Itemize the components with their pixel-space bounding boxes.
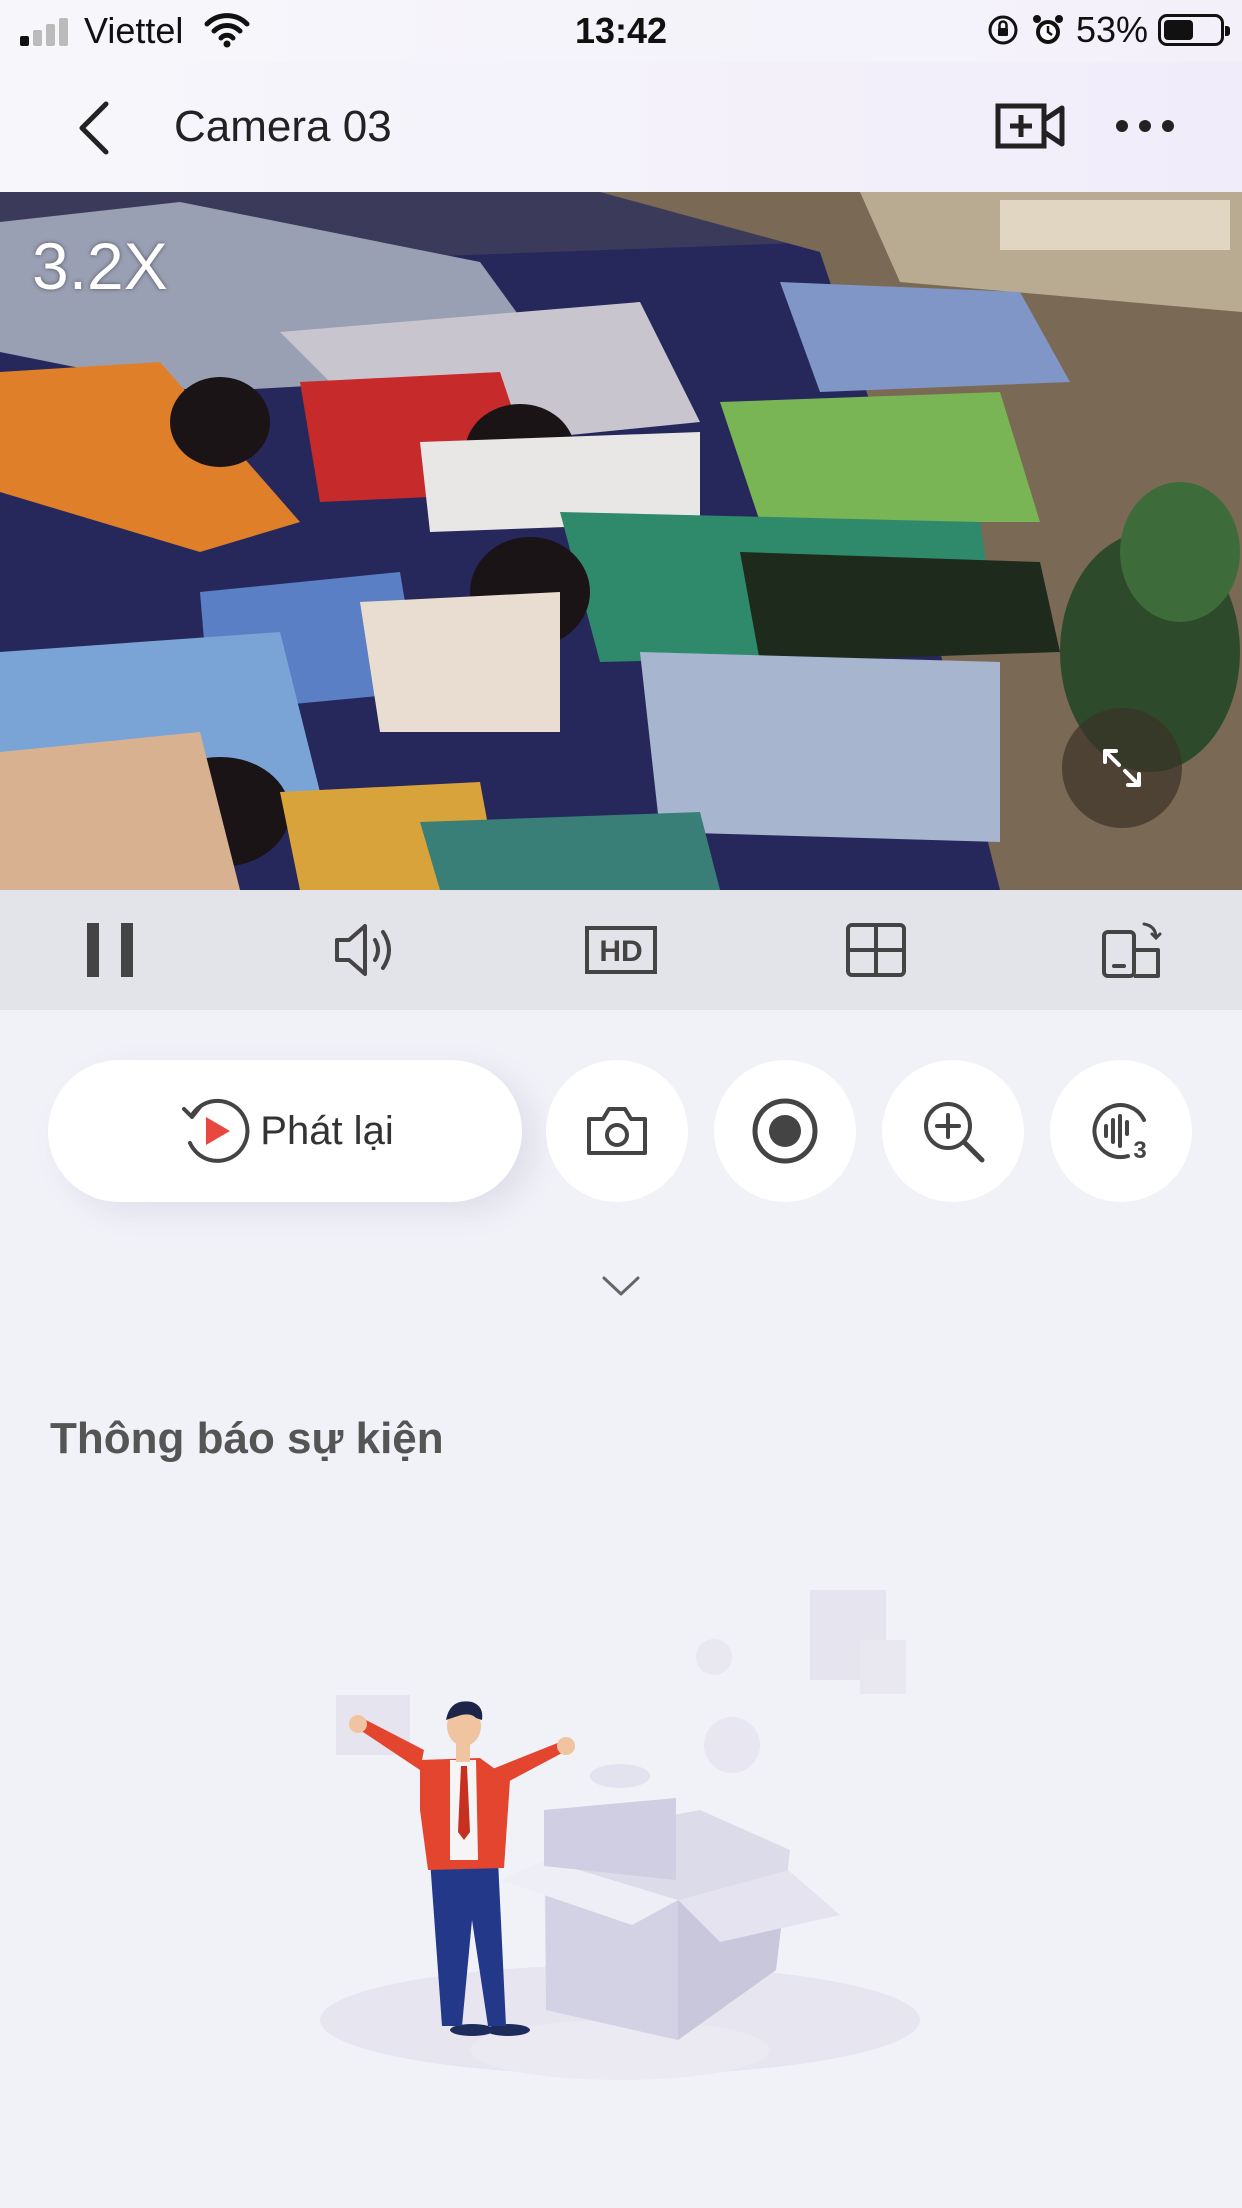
hd-quality-button[interactable]: HD bbox=[561, 890, 681, 1010]
pause-button[interactable] bbox=[50, 890, 170, 1010]
snapshot-button[interactable] bbox=[546, 1060, 688, 1202]
page-title: Camera 03 bbox=[174, 102, 392, 151]
chevron-left-icon bbox=[79, 101, 109, 155]
more-options-button[interactable] bbox=[1110, 96, 1180, 156]
talk-icon: 3 bbox=[1092, 1103, 1147, 1164]
volume-button[interactable] bbox=[306, 890, 426, 1010]
hd-label: HD bbox=[599, 935, 642, 968]
split-view-button[interactable] bbox=[816, 890, 936, 1010]
camera-video-feed[interactable]: 3.2X bbox=[0, 192, 1242, 890]
fullscreen-button[interactable] bbox=[1062, 708, 1182, 828]
alarm-icon bbox=[1032, 15, 1063, 44]
playback-label: Phát lại bbox=[260, 1108, 394, 1153]
pause-icon bbox=[87, 923, 133, 977]
add-camera-button[interactable] bbox=[994, 96, 1066, 156]
more-dots-icon bbox=[1116, 120, 1174, 132]
rotate-screen-icon bbox=[1102, 922, 1162, 978]
battery-percent: 53% bbox=[1075, 9, 1148, 50]
record-button[interactable] bbox=[714, 1060, 856, 1202]
camera-snapshot-icon bbox=[587, 1107, 647, 1155]
status-bar: Viettel 13:42 53% bbox=[0, 0, 1242, 62]
battery-icon bbox=[1158, 14, 1230, 46]
zoom-level-indicator: 3.2X bbox=[32, 229, 168, 303]
orientation-lock-icon bbox=[988, 15, 1018, 45]
expand-more-button[interactable] bbox=[600, 1270, 642, 1300]
video-frame-image bbox=[0, 192, 1242, 890]
hd-icon: HD bbox=[585, 926, 657, 974]
top-nav-bar: Camera 03 bbox=[0, 62, 1242, 192]
rotate-screen-button[interactable] bbox=[1072, 890, 1192, 1010]
talk-button[interactable]: 3 bbox=[1050, 1060, 1192, 1202]
volume-icon bbox=[335, 924, 391, 976]
chevron-down-icon bbox=[602, 1276, 640, 1296]
playback-icon bbox=[182, 1098, 250, 1163]
video-control-bar: HD bbox=[0, 890, 1242, 1010]
back-button[interactable] bbox=[68, 98, 118, 158]
playback-button[interactable]: Phát lại bbox=[48, 1060, 522, 1202]
grid-icon bbox=[846, 923, 906, 977]
expand-icon bbox=[1103, 749, 1141, 787]
add-camera-icon bbox=[995, 103, 1065, 149]
zoom-in-button[interactable] bbox=[882, 1060, 1024, 1202]
zoom-in-icon bbox=[924, 1102, 985, 1163]
empty-state-illustration bbox=[320, 1590, 920, 2080]
record-icon bbox=[752, 1098, 818, 1164]
events-section-title: Thông báo sự kiện bbox=[50, 1414, 444, 1463]
talk-badge: 3 bbox=[1133, 1137, 1146, 1164]
